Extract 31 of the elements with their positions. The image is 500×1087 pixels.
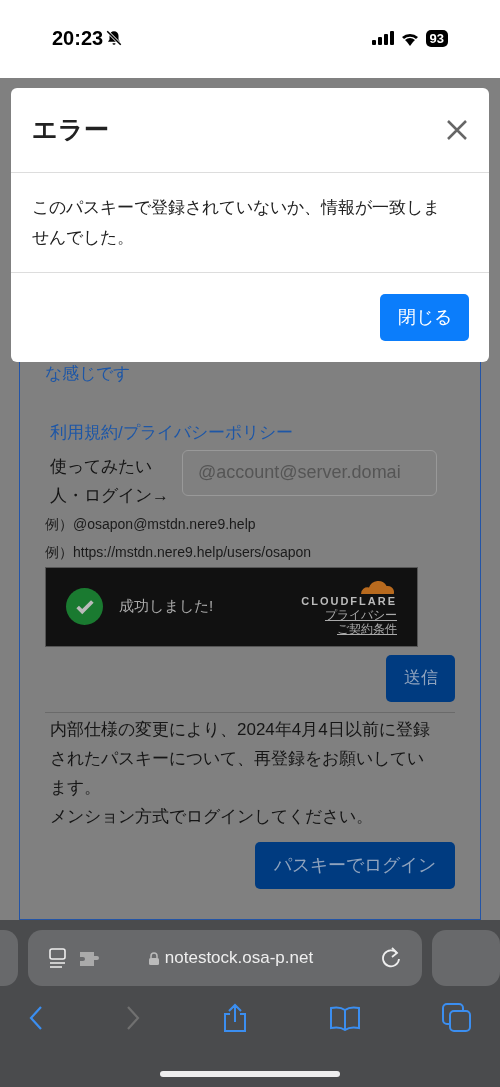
bookmarks-icon[interactable] xyxy=(329,1005,361,1031)
battery-level: 93 xyxy=(425,29,448,47)
back-icon[interactable] xyxy=(28,1005,44,1031)
success-message: 成功しました! xyxy=(119,596,215,617)
reload-icon[interactable] xyxy=(381,947,402,969)
footer-link[interactable]: プライバシー xyxy=(325,607,397,622)
muted-bell-icon xyxy=(105,29,124,47)
example-text: 例）@osapon@mstdn.nere9.help xyxy=(45,514,257,534)
signal-icon xyxy=(371,31,394,45)
puzzle-icon[interactable] xyxy=(80,949,101,967)
address-bar[interactable]: notestock.osa-p.net xyxy=(28,930,422,986)
reader-icon[interactable] xyxy=(48,947,69,969)
tabs-icon[interactable] xyxy=(442,1003,472,1033)
dialog-title: エラー xyxy=(32,114,109,146)
forward-icon xyxy=(125,1005,141,1031)
notice-text: メンション方式でログインしてください。 xyxy=(50,805,374,828)
close-button[interactable]: 閉じる xyxy=(380,294,469,341)
passkey-login-button[interactable]: パスキーでログイン xyxy=(255,841,455,889)
notice-text: 内部仕様の変更により、2024年4月4日以前に登録されたパスキーについて、再登録をお願いしています。 xyxy=(50,718,430,799)
dialog-message: このパスキーで登録されていないか、情報が一致しませんでした。 xyxy=(32,196,441,249)
lock-icon xyxy=(148,951,159,965)
clock-time: 20:23 xyxy=(52,26,104,51)
close-icon[interactable] xyxy=(446,119,468,141)
brand-name: CLOUDFLARE xyxy=(301,593,397,608)
tab-preview[interactable] xyxy=(431,930,500,986)
footer-link[interactable]: ご契約条件 xyxy=(337,621,397,636)
url-text: notestock.osa-p.net xyxy=(164,947,314,970)
login-label: 使ってみたい人・ログイン→ xyxy=(50,455,170,507)
example-text: 例）https://mstdn.nere9.help/users/osapon xyxy=(45,542,313,562)
share-icon[interactable] xyxy=(222,1003,248,1033)
submit-button[interactable]: 送信 xyxy=(386,654,455,702)
